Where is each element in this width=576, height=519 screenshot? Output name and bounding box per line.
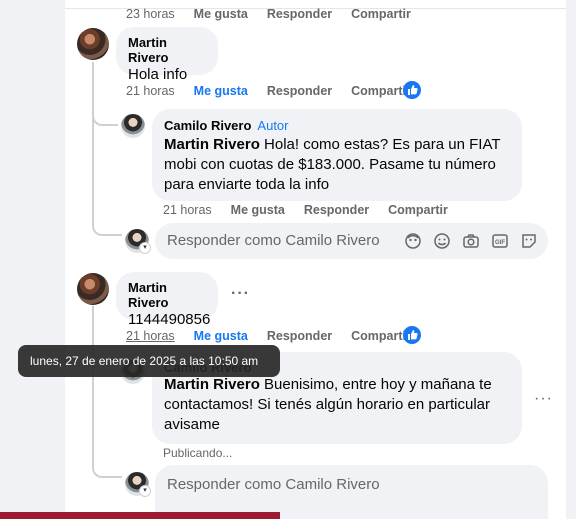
comment-bubble: Martin Rivero 1144490856 (116, 272, 218, 328)
avatar-sticker-icon[interactable] (404, 232, 422, 250)
reply-author[interactable]: Camilo Rivero (164, 118, 251, 133)
like-button[interactable]: Me gusta (194, 7, 248, 21)
thread-connector (92, 210, 122, 236)
comment-time[interactable]: 21 horas (126, 329, 175, 343)
gif-icon[interactable]: GIF (491, 232, 509, 250)
author-badge: Autor (257, 118, 289, 133)
bottom-banner (0, 512, 280, 519)
reply-button[interactable]: Responder (267, 7, 332, 21)
svg-text:GIF: GIF (495, 240, 505, 246)
share-button[interactable]: Compartir (388, 203, 448, 217)
like-button[interactable]: Me gusta (194, 84, 248, 98)
timestamp-tooltip: lunes, 27 de enero de 2025 a las 10:50 a… (18, 345, 280, 377)
comment-actions: 21 horas Me gusta Responder Compartir (126, 329, 430, 343)
share-button[interactable]: Compartir (351, 7, 411, 21)
reply-toolbar: GIF (404, 232, 538, 250)
publishing-status: Publicando... (163, 446, 233, 460)
reply-button[interactable]: Responder (304, 203, 369, 217)
thread-line (92, 306, 94, 466)
right-gutter (566, 0, 576, 519)
comment-time[interactable]: 23 horas (126, 7, 175, 21)
reply-placeholder: Responder como Camilo Rivero (167, 232, 380, 249)
comment-author[interactable]: Martin Rivero (128, 280, 206, 310)
like-button[interactable]: Me gusta (231, 203, 285, 217)
more-options-icon[interactable]: ··· (231, 285, 250, 303)
comment-text: 1144490856 (128, 311, 211, 328)
reply-button[interactable]: Responder (267, 84, 332, 98)
thread-connector (92, 110, 118, 126)
reply-placeholder: Responder como Camilo Rivero (167, 476, 380, 493)
reply-button[interactable]: Responder (267, 329, 332, 343)
like-reaction-icon[interactable] (403, 81, 421, 99)
reply-input[interactable]: Responder como Camilo Rivero (155, 465, 548, 519)
chevron-down-icon[interactable]: ▾ (139, 485, 151, 497)
reply-input[interactable]: Responder como Camilo Rivero GIF (155, 223, 548, 259)
avatar[interactable] (77, 273, 109, 305)
share-button[interactable]: Compartir (351, 329, 411, 343)
like-button[interactable]: Me gusta (194, 329, 248, 343)
reply-time[interactable]: 21 horas (163, 203, 212, 217)
avatar[interactable] (77, 28, 109, 60)
comment-text: Hola info (128, 66, 188, 83)
thread-connector (92, 452, 122, 478)
avatar[interactable] (121, 114, 145, 138)
chevron-down-icon[interactable]: ▾ (139, 242, 151, 254)
comment-actions: 21 horas Me gusta Responder Compartir (126, 84, 430, 98)
thread-line (92, 62, 94, 222)
emoji-icon[interactable] (433, 232, 451, 250)
comment-bubble: Martin Rivero Hola info (116, 27, 218, 83)
like-reaction-icon[interactable] (403, 326, 421, 344)
reply-actions: 21 horas Me gusta Responder Compartir (163, 203, 467, 217)
more-options-icon[interactable]: ··· (534, 390, 553, 408)
comment-time[interactable]: 21 horas (126, 84, 175, 98)
camera-icon[interactable] (462, 232, 480, 250)
share-button[interactable]: Compartir (351, 84, 411, 98)
mention-link[interactable]: Martin Rivero (164, 136, 260, 153)
sticker-icon[interactable] (520, 232, 538, 250)
mention-link[interactable]: Martin Rivero (164, 376, 260, 393)
reply-bubble: Camilo Rivero Autor Martin Rivero Hola! c… (152, 109, 522, 201)
top-actions: 23 horas Me gusta Responder Compartir (126, 7, 430, 21)
left-gutter (0, 0, 65, 519)
comment-author[interactable]: Martin Rivero (128, 35, 206, 65)
